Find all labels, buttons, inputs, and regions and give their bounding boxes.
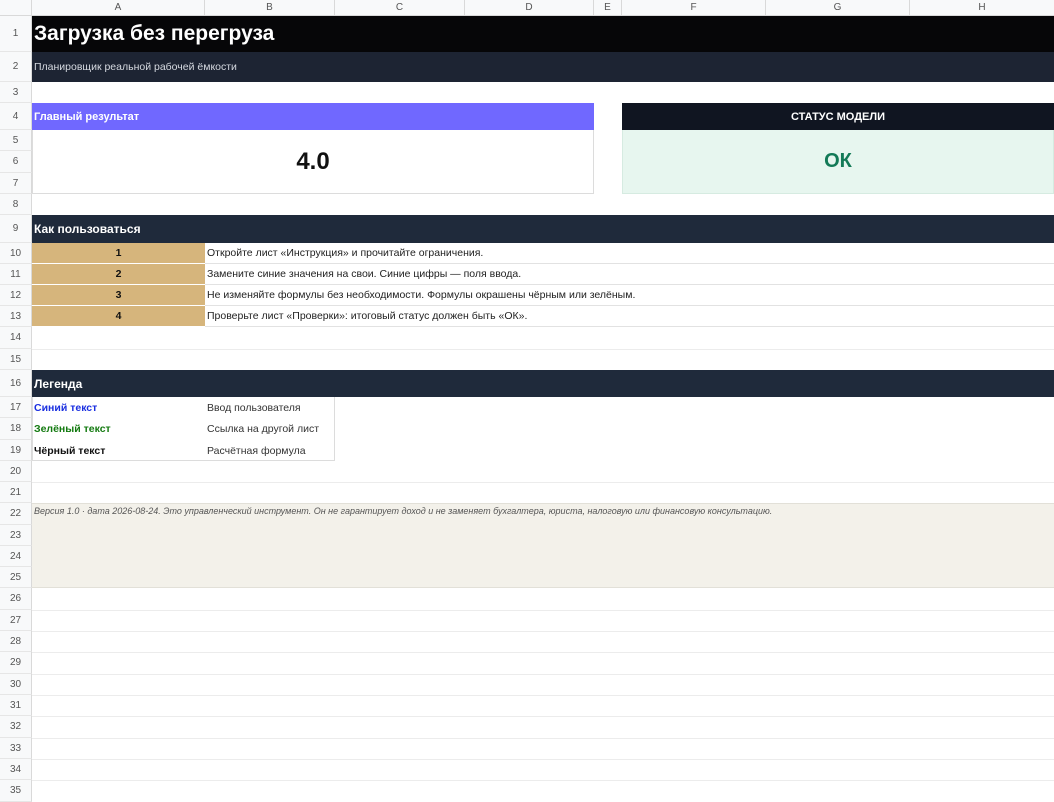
footer-disclaimer[interactable]: Версия 1.0 · дата 2026-08-24. Это управл… (32, 503, 1054, 588)
row-header-31[interactable]: 31 (0, 695, 32, 716)
gridline (32, 759, 1054, 760)
row-header-23[interactable]: 23 (0, 525, 32, 546)
gridline (32, 780, 1054, 781)
main-result-value[interactable]: 4.0 (32, 130, 594, 194)
column-header-h[interactable]: H (910, 0, 1054, 16)
sheet-title[interactable]: Загрузка без перегруза (32, 16, 1054, 52)
row-header-11[interactable]: 11 (0, 264, 32, 285)
row-header-18[interactable]: 18 (0, 418, 32, 440)
row-header-21[interactable]: 21 (0, 482, 32, 503)
column-header-a[interactable]: A (32, 0, 205, 16)
row-header-30[interactable]: 30 (0, 674, 32, 695)
row-header-29[interactable]: 29 (0, 652, 32, 674)
step-number[interactable]: 3 (32, 285, 205, 306)
row-header-33[interactable]: 33 (0, 738, 32, 759)
row-header-15[interactable]: 15 (0, 349, 32, 370)
row-header-7[interactable]: 7 (0, 173, 32, 194)
legend-key-green[interactable]: Зелёный текст (32, 418, 205, 440)
gridline (32, 349, 1054, 350)
how-to-title[interactable]: Как пользоваться (32, 215, 1054, 243)
row-header-32[interactable]: 32 (0, 716, 32, 738)
gridline (32, 716, 1054, 717)
row-header-1[interactable]: 1 (0, 16, 32, 52)
column-header-d[interactable]: D (465, 0, 594, 16)
main-result-label[interactable]: Главный результат (32, 103, 594, 130)
row-header-13[interactable]: 13 (0, 306, 32, 327)
step-number[interactable]: 4 (32, 306, 205, 327)
legend-value[interactable]: Ввод пользователя (205, 397, 334, 418)
column-header-b[interactable]: B (205, 0, 335, 16)
step-number[interactable]: 1 (32, 243, 205, 264)
row-header-4[interactable]: 4 (0, 103, 32, 130)
row-header-8[interactable]: 8 (0, 194, 32, 215)
gridline (32, 695, 1054, 696)
row-header-17[interactable]: 17 (0, 397, 32, 418)
legend-value[interactable]: Расчётная формула (205, 440, 334, 461)
row-header-12[interactable]: 12 (0, 285, 32, 306)
step-text[interactable]: Не изменяйте формулы без необходимости. … (205, 285, 1054, 306)
column-header-e[interactable]: E (594, 0, 622, 16)
legend-key-blue[interactable]: Синий текст (32, 397, 205, 418)
row-header-34[interactable]: 34 (0, 759, 32, 780)
legend-title[interactable]: Легенда (32, 370, 1054, 397)
select-all-corner[interactable] (0, 0, 32, 16)
legend-value[interactable]: Ссылка на другой лист (205, 418, 334, 440)
step-text[interactable]: Проверьте лист «Проверки»: итоговый стат… (205, 306, 1054, 327)
row-header-22[interactable]: 22 (0, 503, 32, 525)
step-number[interactable]: 2 (32, 264, 205, 285)
gridline (32, 738, 1054, 739)
row-header-2[interactable]: 2 (0, 52, 32, 82)
model-status-value[interactable]: ОК (622, 130, 1054, 194)
row-header-24[interactable]: 24 (0, 546, 32, 567)
step-text[interactable]: Откройте лист «Инструкция» и прочитайте … (205, 243, 1054, 264)
row-header-19[interactable]: 19 (0, 440, 32, 461)
row-header-35[interactable]: 35 (0, 780, 32, 802)
column-header-row: A B C D E F G H (32, 0, 1054, 16)
row-header-27[interactable]: 27 (0, 610, 32, 631)
gridline (32, 631, 1054, 632)
row-header-9[interactable]: 9 (0, 215, 32, 243)
legend-key-black[interactable]: Чёрный текст (32, 440, 205, 461)
sheet-subtitle[interactable]: Планировщик реальной рабочей ёмкости (32, 52, 1054, 82)
row-header-28[interactable]: 28 (0, 631, 32, 652)
row-header-5[interactable]: 5 (0, 130, 32, 151)
column-header-g[interactable]: G (766, 0, 910, 16)
row-header-16[interactable]: 16 (0, 370, 32, 397)
row-header-3[interactable]: 3 (0, 82, 32, 103)
row-header-10[interactable]: 10 (0, 243, 32, 264)
model-status-label[interactable]: СТАТУС МОДЕЛИ (622, 103, 1054, 130)
step-text[interactable]: Замените синие значения на свои. Синие ц… (205, 264, 1054, 285)
gridline (32, 482, 1054, 483)
gridline (32, 610, 1054, 611)
row-header-20[interactable]: 20 (0, 461, 32, 482)
gridline (32, 674, 1054, 675)
column-header-f[interactable]: F (622, 0, 766, 16)
row-header-25[interactable]: 25 (0, 567, 32, 588)
column-header-c[interactable]: C (335, 0, 465, 16)
row-header-6[interactable]: 6 (0, 151, 32, 173)
row-header-26[interactable]: 26 (0, 588, 32, 610)
gridline (32, 652, 1054, 653)
row-header-14[interactable]: 14 (0, 327, 32, 349)
